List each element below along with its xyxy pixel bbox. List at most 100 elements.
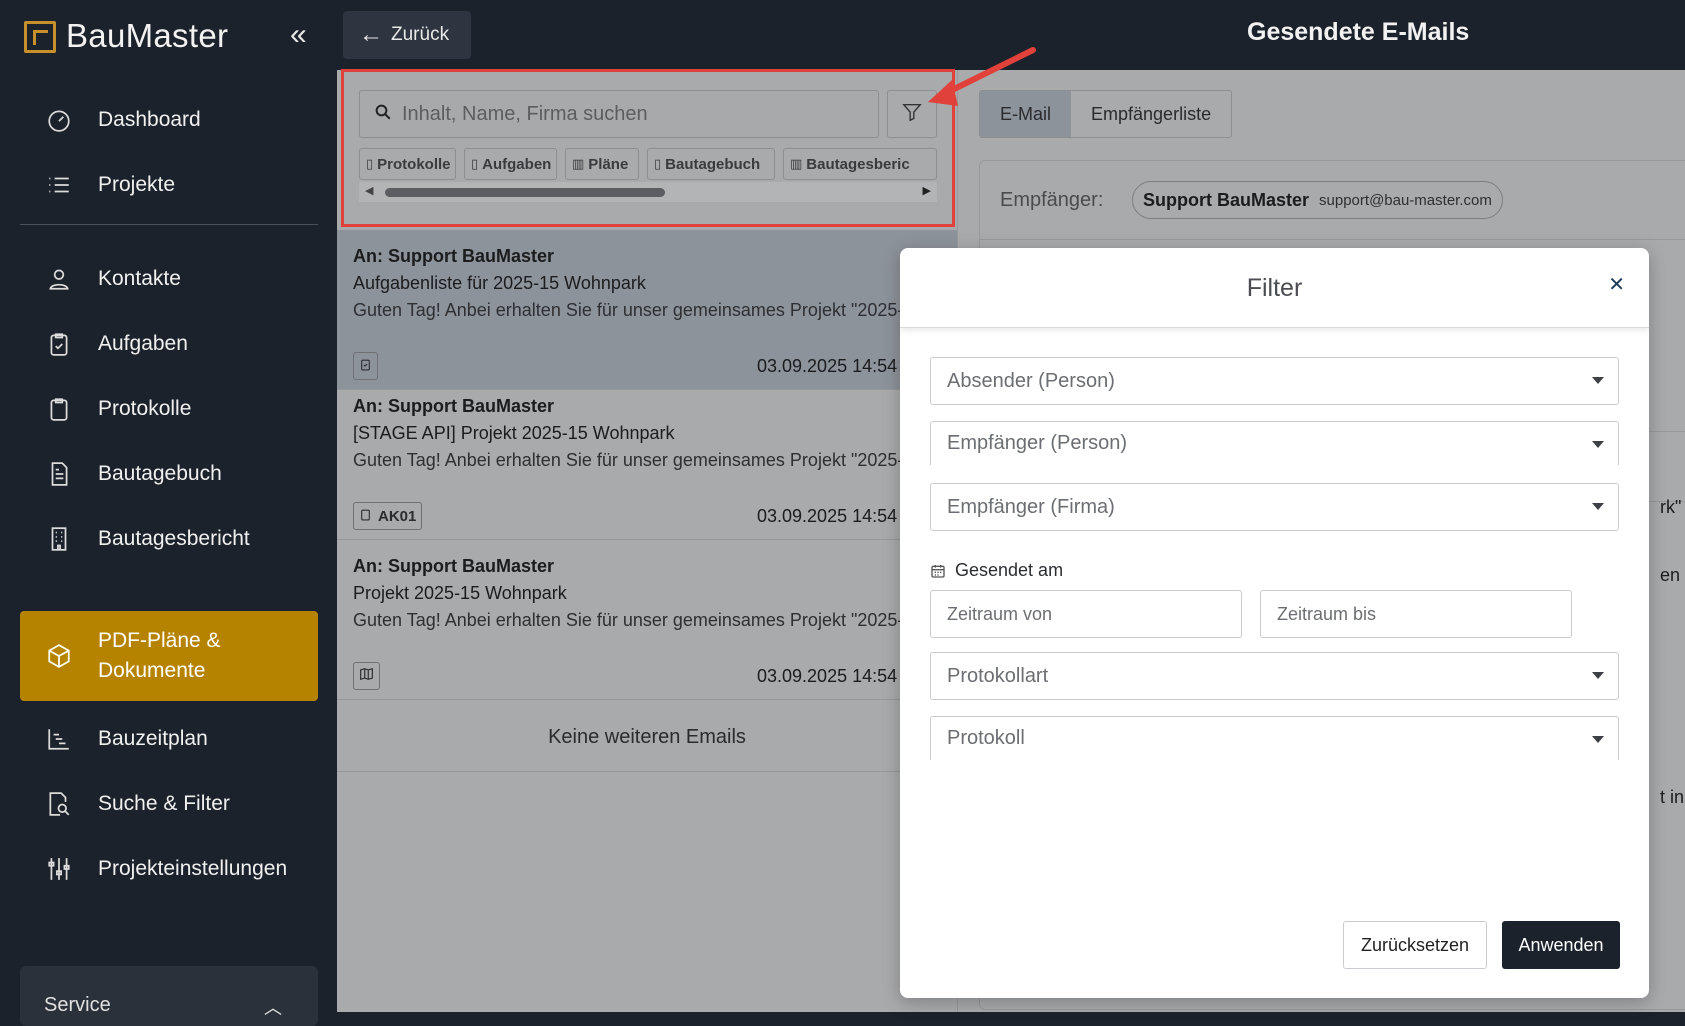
service-label: Service [44, 994, 111, 1016]
sidebar-item-aufgaben[interactable]: Aufgaben [20, 316, 318, 372]
clipboard-check-icon [44, 331, 74, 357]
person-icon [44, 266, 74, 292]
email-subject: [STAGE API] Projekt 2025-15 Wohnpark [353, 423, 675, 443]
reset-button[interactable]: Zurücksetzen [1343, 921, 1487, 969]
sidebar-item-label: Suche & Filter [98, 792, 230, 815]
email-recipient: An: Support BauMaster [353, 556, 555, 576]
gauge-icon [44, 107, 74, 133]
sidebar: BauMaster « Dashboard Projekte Kontakte … [0, 0, 337, 1026]
protocol-type-select[interactable]: Protokollart [930, 652, 1619, 700]
email-recipient: An: Support BauMaster [353, 246, 555, 266]
recipient-name: Support BauMaster [1143, 189, 1310, 210]
arrow-left-icon: ← [359, 21, 383, 48]
sidebar-item-label: Bautagebuch [98, 462, 222, 485]
modal-title: Filter [1246, 274, 1303, 302]
email-subject: Projekt 2025-15 Wohnpark [353, 583, 567, 603]
annotation-arrow [928, 47, 1036, 106]
sidebar-item-projekte[interactable]: Projekte [20, 157, 318, 213]
sidebar-item-kontakte[interactable]: Kontakte [20, 251, 318, 307]
sidebar-divider [20, 224, 318, 225]
service-section[interactable]: Service ︿ [20, 966, 318, 1026]
caret-down-icon [1592, 672, 1604, 679]
sidebar-item-label: Dashboard [98, 108, 201, 131]
recipient-person-select[interactable]: Empfänger (Person) [930, 421, 1619, 465]
sidebar-item-suche-filter[interactable]: Suche & Filter [20, 776, 318, 832]
caret-down-icon [1592, 441, 1604, 448]
protocol-select[interactable]: Protokoll [930, 716, 1619, 760]
email-date: 03.09.2025 14:54 [757, 666, 898, 686]
box-icon [44, 643, 74, 669]
chevron-up-icon: ︿ [264, 998, 282, 1018]
collapse-sidebar-button[interactable]: « [290, 18, 307, 52]
sidebar-item-label: Protokolle [98, 397, 192, 420]
email-tag-label: AK01 [378, 507, 417, 525]
select-placeholder: Protokoll [947, 727, 1025, 749]
select-placeholder: Empfänger (Firma) [947, 495, 1115, 518]
calendar-icon [930, 563, 946, 579]
email-type-tag [353, 352, 378, 380]
sidebar-item-label: PDF-Pläne & Dokumente [98, 626, 221, 686]
sidebar-item-bautagesbericht[interactable]: Bautagesbericht [20, 511, 318, 567]
email-type-tag: AK01 [353, 502, 423, 530]
sidebar-item-pdf-plaene[interactable]: PDF-Pläne & Dokumente [20, 611, 318, 701]
modal-header: Filter ✕ [900, 248, 1649, 328]
sidebar-item-label-line2: Dokumente [98, 659, 206, 682]
recipient-email: support@bau-master.com [1319, 191, 1492, 209]
select-placeholder: Protokollart [947, 664, 1049, 687]
filter-modal: Filter ✕ Absender (Person) Empfänger (Pe… [900, 248, 1649, 998]
sidebar-item-label: Kontakte [98, 267, 181, 290]
page-title: Gesendete E-Mails [1247, 18, 1470, 46]
email-list-panel: Inhalt, Name, Firma suchen ▯ Protokolle ▯… [337, 69, 957, 1012]
email-type-tag [353, 662, 380, 690]
building-icon [44, 526, 74, 552]
sidebar-item-protokolle[interactable]: Protokolle [20, 381, 318, 437]
annotation-highlight-box [341, 69, 955, 227]
detail-body-text: en | [1660, 565, 1685, 585]
search-document-icon [44, 791, 74, 817]
back-button-label: Zurück [391, 24, 450, 45]
recipient-company-select[interactable]: Empfänger (Firma) [930, 483, 1619, 531]
sidebar-item-label: Bauzeitplan [98, 727, 208, 750]
back-button[interactable]: ← Zurück [343, 11, 471, 59]
recipient-label: Empfänger: [1000, 189, 1104, 211]
sent-date-text: Gesendet am [955, 560, 1064, 580]
sidebar-item-dashboard[interactable]: Dashboard [20, 92, 318, 148]
email-list-item[interactable]: An: Support BauMaster Projekt 2025-15 Wo… [337, 540, 957, 700]
clipboard-icon [359, 507, 372, 526]
list-icon [44, 172, 74, 198]
detail-body-text: t in E [1660, 787, 1685, 807]
sender-person-select[interactable]: Absender (Person) [930, 357, 1619, 405]
email-recipient: An: Support BauMaster [353, 396, 555, 416]
sidebar-item-bauzeitplan[interactable]: Bauzeitplan [20, 711, 318, 767]
caret-down-icon [1592, 736, 1604, 743]
email-preview: Guten Tag! Anbei erhalten Sie für unser … [353, 300, 957, 320]
sidebar-item-label: Bautagesbericht [98, 527, 250, 550]
select-placeholder: Empfänger (Person) [947, 432, 1128, 454]
date-from-input[interactable]: Zeitraum von [930, 590, 1242, 638]
email-preview: Guten Tag! Anbei erhalten Sie für unser … [353, 610, 957, 630]
caret-down-icon [1592, 377, 1604, 384]
document-icon [44, 461, 74, 487]
clipboard-check-icon [359, 357, 372, 376]
date-to-input[interactable]: Zeitraum bis [1260, 590, 1572, 638]
sidebar-item-projekteinstellungen[interactable]: Projekteinstellungen [20, 841, 318, 897]
gantt-icon [44, 726, 74, 752]
sidebar-item-label: Projekteinstellungen [98, 857, 288, 880]
email-list-item[interactable]: An: Support BauMaster [STAGE API] Projek… [337, 380, 957, 540]
brand-logo[interactable]: BauMaster [24, 17, 229, 54]
brand-name: BauMaster [66, 17, 229, 54]
email-list-item[interactable]: An: Support BauMaster Aufgabenliste für … [337, 230, 957, 390]
close-icon[interactable]: ✕ [1608, 272, 1625, 297]
sidebar-item-label-line1: PDF-Pläne & [98, 629, 221, 652]
select-placeholder: Absender (Person) [947, 369, 1115, 392]
detail-body-text: rk" f [1660, 497, 1685, 517]
detail-divider [980, 239, 1685, 240]
recipient-pill[interactable]: Support BauMaster support@bau-master.com [1132, 181, 1503, 219]
email-date: 03.09.2025 14:54 [757, 356, 898, 376]
tab-recipient-list[interactable]: Empfängerliste [1071, 91, 1231, 137]
apply-button[interactable]: Anwenden [1502, 921, 1620, 969]
no-more-emails-label: Keine weiteren Emails [337, 702, 957, 772]
sidebar-item-bautagebuch[interactable]: Bautagebuch [20, 446, 318, 502]
sidebar-item-label: Aufgaben [98, 332, 188, 355]
baumaster-logo-icon [24, 21, 56, 53]
